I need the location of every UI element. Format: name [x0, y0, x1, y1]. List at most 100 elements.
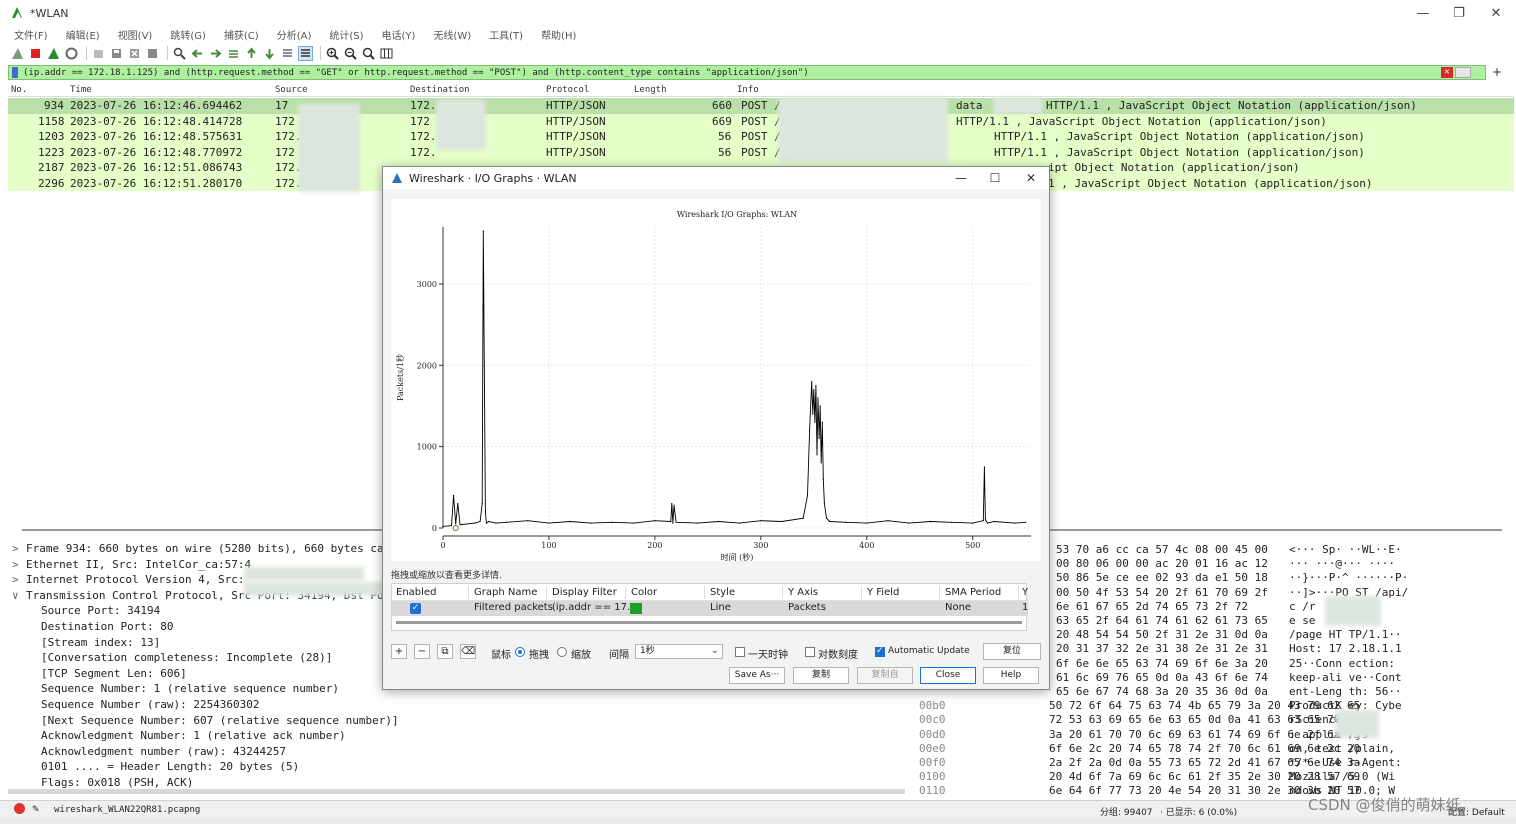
shark-fin-start-icon[interactable] — [10, 46, 25, 61]
menu-view[interactable]: 视图(V) — [118, 27, 153, 42]
detail-row[interactable]: [TCP Segment Len: 606] — [41, 667, 187, 680]
open-file-icon[interactable] — [91, 46, 106, 61]
detail-row[interactable]: Destination Port: 80 — [41, 620, 173, 633]
menu-file[interactable]: 文件(F) — [14, 27, 48, 42]
stop-capture-icon[interactable] — [28, 46, 43, 61]
find-packet-icon[interactable] — [172, 46, 187, 61]
add-filter-button[interactable]: + — [1492, 65, 1502, 79]
add-graph-button[interactable]: + — [391, 644, 407, 659]
dialog-maximize-button[interactable]: ☐ — [981, 169, 1009, 187]
menu-telephony[interactable]: 电话(Y) — [382, 27, 416, 42]
remove-graph-button[interactable]: − — [414, 644, 430, 659]
detail-row[interactable]: Sequence Number: 1 (relative sequence nu… — [41, 682, 339, 695]
display-filter-bar[interactable]: (ip.addr == 172.18.1.125) and (http.requ… — [8, 65, 1486, 80]
copy-graph-button[interactable]: ⧉ — [437, 644, 453, 659]
menu-capture[interactable]: 捕获(C) — [224, 27, 259, 42]
io-graph-plot[interactable]: 0 100 200 300 400 500 0 1000 2000 3000 Wireshark I… — [391, 199, 1041, 561]
display-filter-cell[interactable]: (ip.addr == 17... — [552, 602, 637, 613]
column-time[interactable]: Time — [70, 85, 92, 95]
table-row[interactable]: 934 2023-07-26 16:12:46.694462 17 172. H… — [8, 98, 1514, 114]
autoscroll-icon[interactable] — [280, 46, 295, 61]
table-row[interactable]: 1223 2023-07-26 16:12:48.770972 172 172.… — [8, 144, 1514, 160]
detail-row[interactable]: [Stream index: 13] — [41, 636, 160, 649]
detail-row[interactable]: Acknowledgment Number: 1 (relative ack n… — [41, 729, 346, 742]
display-filter-input[interactable]: (ip.addr == 172.18.1.125) and (http.requ… — [23, 68, 809, 78]
sma-period-cell[interactable]: None — [945, 602, 971, 613]
menu-statistics[interactable]: 统计(S) — [329, 27, 363, 42]
table-row[interactable]: 1158 2023-07-26 16:12:48.414728 172 172 … — [8, 113, 1514, 129]
save-as-button[interactable]: Save As··· — [729, 667, 785, 684]
detail-row[interactable]: Acknowledgment number (raw): 43244257 — [41, 745, 286, 758]
apply-filter-button[interactable] — [1455, 67, 1471, 78]
detail-row[interactable]: > Internet Protocol Version 4, Src: — [12, 573, 245, 586]
detail-row[interactable]: > Ethernet II, Src: IntelCor_ca:57:4 — [12, 558, 251, 571]
column-protocol[interactable]: Protocol — [546, 85, 589, 95]
menu-analyze[interactable]: 分析(A) — [277, 27, 312, 42]
io-graph-chart[interactable]: 0 100 200 300 400 500 0 1000 2000 3000 Wireshark I… — [391, 199, 1041, 561]
menu-edit[interactable]: 编辑(E) — [66, 27, 100, 42]
interval-select[interactable]: 1秒 ⌄ — [635, 644, 723, 659]
column-info[interactable]: Info — [737, 85, 759, 95]
bookmark-icon[interactable] — [12, 67, 18, 78]
column-source[interactable]: Source — [275, 85, 308, 95]
expert-info-icon[interactable] — [14, 803, 25, 814]
detail-row[interactable]: > Frame 934: 660 bytes on wire (5280 bits… — [12, 542, 390, 555]
capture-options-icon[interactable] — [64, 46, 79, 61]
go-last-icon[interactable] — [262, 46, 277, 61]
graph-table-scrollbar[interactable] — [396, 621, 1022, 624]
edit-comment-icon[interactable]: ✎ — [32, 805, 40, 815]
automatic-update-checkbox[interactable] — [875, 646, 885, 657]
close-file-icon[interactable] — [127, 46, 142, 61]
table-row[interactable]: 1203 2023-07-26 16:12:48.575631 172. 172… — [8, 129, 1514, 145]
graph-row[interactable]: ✓ Filtered packets (ip.addr == 17... Lin… — [392, 601, 1028, 616]
graph-name-cell[interactable]: Filtered packets — [474, 602, 553, 613]
expand-arrow-icon[interactable]: > — [12, 542, 26, 555]
menu-help[interactable]: 帮助(H) — [541, 27, 576, 42]
save-file-icon[interactable] — [109, 46, 124, 61]
details-horizontal-scrollbar[interactable] — [8, 789, 905, 794]
go-first-icon[interactable] — [244, 46, 259, 61]
zoom-radio[interactable] — [557, 647, 567, 657]
detail-row[interactable]: 0101 .... = Header Length: 20 bytes (5) — [41, 760, 299, 773]
collapse-arrow-icon[interactable]: ∨ — [12, 589, 26, 602]
close-button[interactable]: Close — [920, 667, 976, 684]
expand-arrow-icon[interactable]: > — [12, 558, 26, 571]
close-window-button[interactable]: ✕ — [1478, 0, 1514, 26]
clear-graphs-button[interactable]: ⌫ — [460, 644, 476, 659]
detail-row[interactable]: Flags: 0x018 (PSH, ACK) — [41, 776, 193, 789]
expand-arrow-icon[interactable]: > — [12, 573, 26, 586]
clear-filter-button[interactable]: ✕ — [1441, 67, 1453, 78]
log-scale-checkbox[interactable] — [805, 647, 815, 657]
y-extra-cell[interactable]: 1 — [1022, 602, 1028, 613]
resize-columns-icon[interactable] — [379, 46, 394, 61]
copy-from-button[interactable]: 复制自 — [857, 667, 913, 684]
zoom-out-icon[interactable] — [343, 46, 358, 61]
color-swatch[interactable] — [630, 603, 642, 614]
time-of-day-checkbox[interactable] — [735, 647, 745, 657]
minimize-button[interactable]: — — [1405, 0, 1441, 26]
go-back-icon[interactable] — [190, 46, 205, 61]
column-length[interactable]: Length — [634, 85, 667, 95]
reset-button[interactable]: 复位 — [983, 643, 1041, 660]
go-to-packet-icon[interactable] — [226, 46, 241, 61]
column-no[interactable]: No. — [11, 85, 27, 95]
column-destination[interactable]: Destination — [410, 85, 470, 95]
menu-go[interactable]: 跳转(G) — [170, 27, 206, 42]
normal-size-icon[interactable] — [361, 46, 376, 61]
colorize-icon[interactable] — [298, 45, 313, 61]
enabled-checkbox[interactable]: ✓ — [410, 603, 421, 614]
help-button[interactable]: Help — [983, 667, 1039, 684]
reload-file-icon[interactable] — [145, 46, 160, 61]
dialog-minimize-button[interactable]: — — [947, 169, 975, 187]
restart-capture-icon[interactable] — [46, 46, 61, 61]
y-axis-cell[interactable]: Packets — [788, 602, 826, 613]
go-forward-icon[interactable] — [208, 46, 223, 61]
copy-button[interactable]: 复制 — [793, 667, 849, 684]
detail-row[interactable]: [Next Sequence Number: 607 (relative seq… — [41, 714, 399, 727]
maximize-button[interactable]: ❐ — [1441, 0, 1477, 26]
drag-radio[interactable] — [515, 647, 525, 657]
menu-tools[interactable]: 工具(T) — [489, 27, 523, 42]
zoom-in-icon[interactable] — [325, 46, 340, 61]
dialog-close-button[interactable]: ✕ — [1017, 169, 1045, 187]
style-cell[interactable]: Line — [710, 602, 731, 613]
